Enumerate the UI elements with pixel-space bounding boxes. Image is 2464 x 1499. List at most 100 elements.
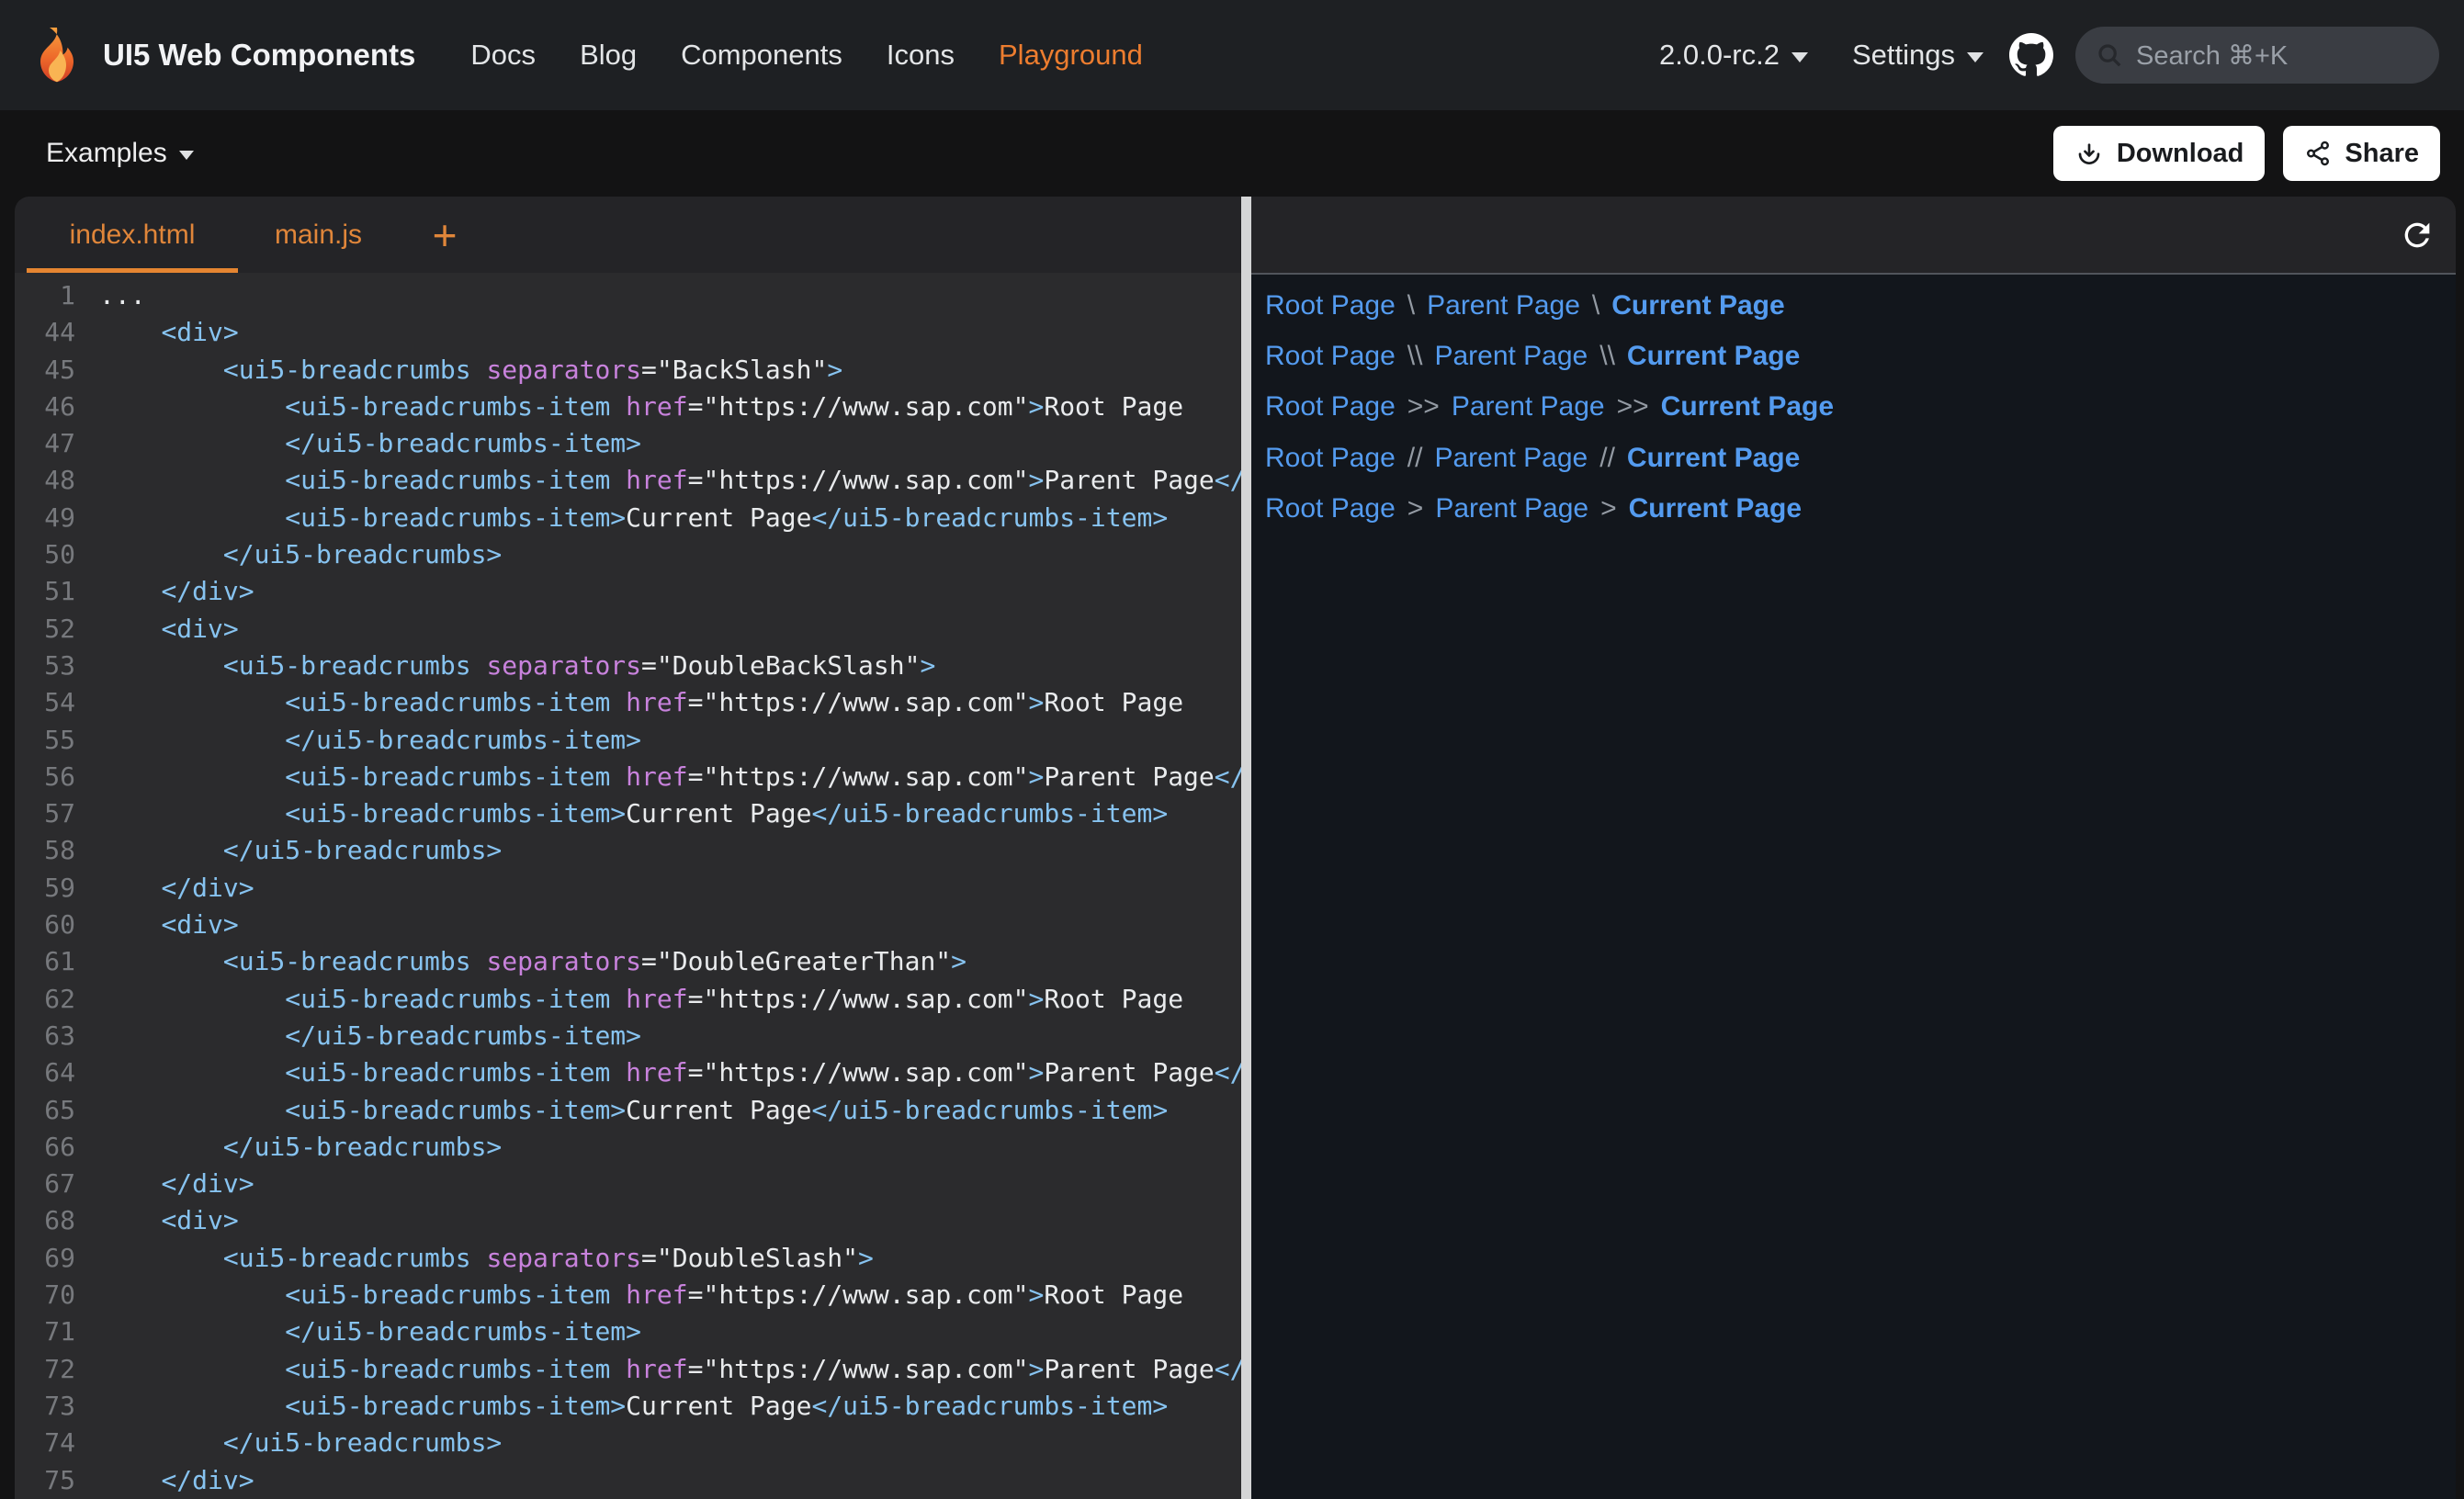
code-line[interactable]: 74 </ui5-breadcrumbs>	[15, 1425, 1241, 1461]
code-segment: ="DoubleGreaterThan"	[641, 946, 951, 976]
code-text: </div>	[75, 1166, 254, 1202]
code-line[interactable]: 1...	[15, 277, 1241, 314]
code-segment: <ui5-breadcrumbs-item	[285, 687, 626, 717]
code-segment: <ui5-breadcrumbs	[223, 650, 487, 681]
code-line[interactable]: 64 <ui5-breadcrumbs-item href="https://w…	[15, 1054, 1241, 1091]
code-segment: </ui5-breadcrumbs-item>	[285, 725, 641, 755]
nav-item-docs[interactable]: Docs	[470, 39, 536, 72]
line-number: 51	[15, 573, 75, 610]
ui5-logo-icon[interactable]	[28, 26, 86, 85]
code-segment	[99, 909, 161, 940]
code-line[interactable]: 69 <ui5-breadcrumbs separators="DoubleSl…	[15, 1240, 1241, 1277]
code-segment: <ui5-breadcrumbs-item	[285, 1354, 626, 1384]
code-line[interactable]: 63 </ui5-breadcrumbs-item>	[15, 1018, 1241, 1054]
nav-item-playground[interactable]: Playground	[999, 39, 1143, 72]
breadcrumb-link[interactable]: Root Page	[1265, 493, 1396, 524]
code-segment: <ui5-breadcrumbs-item>	[285, 1391, 626, 1421]
code-segment: </ui5-breadcrumbs>	[223, 539, 502, 569]
pane-resize-divider[interactable]	[1241, 197, 1251, 1499]
code-line[interactable]: 67 </div>	[15, 1166, 1241, 1202]
settings-dropdown[interactable]: Settings	[1852, 39, 1984, 72]
github-icon[interactable]	[2009, 33, 2053, 77]
nav-item-components[interactable]: Components	[681, 39, 842, 72]
tab-index.html[interactable]: index.html	[27, 197, 238, 273]
code-line[interactable]: 50 </ui5-breadcrumbs>	[15, 536, 1241, 573]
code-segment: >	[1028, 465, 1044, 495]
code-line[interactable]: 47 </ui5-breadcrumbs-item>	[15, 425, 1241, 462]
code-line[interactable]: 45 <ui5-breadcrumbs separators="BackSlas…	[15, 352, 1241, 389]
code-line[interactable]: 75 </div>	[15, 1462, 1241, 1499]
code-segment: Root Page	[1044, 687, 1183, 717]
code-segment	[99, 873, 161, 903]
examples-dropdown[interactable]: Examples	[46, 138, 194, 169]
code-line[interactable]: 68 <div>	[15, 1202, 1241, 1239]
breadcrumb-link[interactable]: Parent Page	[1435, 493, 1588, 524]
code-text: <ui5-breadcrumbs separators="DoubleSlash…	[75, 1240, 874, 1277]
download-button[interactable]: Download	[2053, 126, 2266, 181]
code-line[interactable]: 55 </ui5-breadcrumbs-item>	[15, 722, 1241, 759]
code-line[interactable]: 56 <ui5-breadcrumbs-item href="https://w…	[15, 759, 1241, 795]
code-line[interactable]: 59 </div>	[15, 870, 1241, 907]
code-line[interactable]: 44 <div>	[15, 314, 1241, 351]
breadcrumb-link[interactable]: Root Page	[1265, 341, 1396, 372]
code-line[interactable]: 72 <ui5-breadcrumbs-item href="https://w…	[15, 1351, 1241, 1388]
line-number: 52	[15, 611, 75, 648]
add-tab-button[interactable]: +	[417, 197, 472, 273]
breadcrumb-link[interactable]: Parent Page	[1427, 290, 1580, 321]
code-line[interactable]: 58 </ui5-breadcrumbs>	[15, 832, 1241, 869]
code-segment: >	[1028, 1354, 1044, 1384]
code-line[interactable]: 73 <ui5-breadcrumbs-item>Current Page</u…	[15, 1388, 1241, 1425]
code-area[interactable]: 1...44 <div>45 <ui5-breadcrumbs separato…	[15, 273, 1241, 1499]
search-input[interactable]: Search ⌘+K	[2075, 27, 2439, 84]
nav-item-blog[interactable]: Blog	[580, 39, 637, 72]
tab-main.js[interactable]: main.js	[238, 197, 399, 273]
breadcrumb-link[interactable]: Root Page	[1265, 443, 1396, 474]
breadcrumb-link[interactable]: Parent Page	[1434, 341, 1588, 372]
code-line[interactable]: 48 <ui5-breadcrumbs-item href="https://w…	[15, 462, 1241, 499]
code-line[interactable]: 66 </ui5-breadcrumbs>	[15, 1129, 1241, 1166]
code-segment: <ui5-breadcrumbs-item>	[285, 502, 626, 533]
code-text: <ui5-breadcrumbs-item href="https://www.…	[75, 389, 1183, 425]
nav-item-icons[interactable]: Icons	[887, 39, 955, 72]
code-line[interactable]: 70 <ui5-breadcrumbs-item href="https://w…	[15, 1277, 1241, 1313]
brand-title[interactable]: UI5 Web Components	[103, 38, 415, 73]
breadcrumb-link[interactable]: Root Page	[1265, 391, 1396, 423]
code-line[interactable]: 62 <ui5-breadcrumbs-item href="https://w…	[15, 981, 1241, 1018]
code-segment: <ui5-breadcrumbs-item	[285, 984, 626, 1014]
breadcrumbs-example: Root Page>>Parent Page>>Current Page	[1265, 382, 2456, 433]
preview-pane: Root Page\Parent Page\Current PageRoot P…	[1251, 197, 2456, 1499]
code-line[interactable]: 65 <ui5-breadcrumbs-item>Current Page</u…	[15, 1092, 1241, 1129]
version-dropdown[interactable]: 2.0.0-rc.2	[1659, 39, 1808, 72]
code-line[interactable]: 53 <ui5-breadcrumbs separators="DoubleBa…	[15, 648, 1241, 684]
code-segment: </ui5-breadcrumbs-item>	[811, 1095, 1168, 1125]
line-number: 75	[15, 1462, 75, 1499]
code-line[interactable]: 51 </div>	[15, 573, 1241, 610]
code-segment: href	[626, 687, 687, 717]
code-segment: </ui5-breadcrumbs-item>	[285, 1020, 641, 1051]
ui5-playground-app: UI5 Web Components Docs Blog Components Ico…	[0, 0, 2464, 1499]
code-line[interactable]: 57 <ui5-breadcrumbs-item>Current Page</u…	[15, 795, 1241, 832]
chevron-down-icon	[1967, 52, 1984, 62]
line-number: 59	[15, 870, 75, 907]
code-segment	[99, 725, 285, 755]
code-text: <ui5-breadcrumbs-item href="https://www.…	[75, 462, 1241, 499]
breadcrumb-link[interactable]: Parent Page	[1434, 443, 1588, 474]
code-segment	[99, 984, 285, 1014]
breadcrumb-link[interactable]: Root Page	[1265, 290, 1396, 321]
refresh-icon[interactable]	[2399, 217, 2436, 254]
settings-label: Settings	[1852, 39, 1955, 72]
code-line[interactable]: 52 <div>	[15, 611, 1241, 648]
code-line[interactable]: 54 <ui5-breadcrumbs-item href="https://w…	[15, 684, 1241, 721]
breadcrumb-link[interactable]: Parent Page	[1452, 391, 1605, 423]
code-line[interactable]: 49 <ui5-breadcrumbs-item>Current Page</u…	[15, 500, 1241, 536]
code-line[interactable]: 46 <ui5-breadcrumbs-item href="https://w…	[15, 389, 1241, 425]
code-line[interactable]: 60 <div>	[15, 907, 1241, 943]
code-text: </ui5-breadcrumbs>	[75, 536, 502, 573]
line-number: 74	[15, 1425, 75, 1461]
share-button[interactable]: Share	[2283, 126, 2440, 181]
breadcrumb-separator: >>	[1407, 391, 1440, 423]
code-line[interactable]: 61 <ui5-breadcrumbs separators="DoubleGr…	[15, 943, 1241, 980]
code-line[interactable]: 71 </ui5-breadcrumbs-item>	[15, 1313, 1241, 1350]
code-segment: <ui5-breadcrumbs	[223, 946, 487, 976]
code-segment: separators	[486, 946, 641, 976]
